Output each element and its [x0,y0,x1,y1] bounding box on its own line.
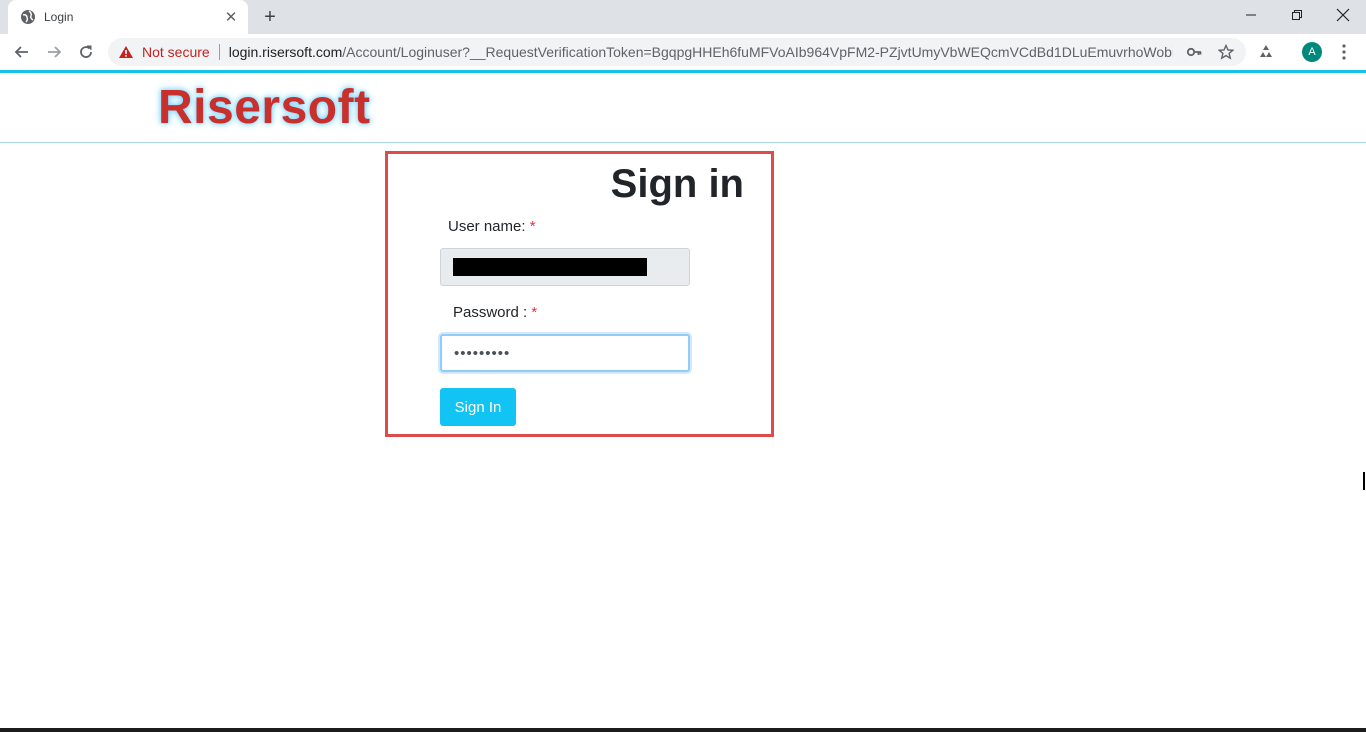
tab-close-icon[interactable]: ✕ [222,8,240,26]
password-label-text: Password : [453,304,528,321]
url-host: login.risersoft.com [228,44,343,60]
url-path: /Account/Loginuser?__RequestVerification… [342,44,1173,60]
site-header: Risersoft [0,73,1366,143]
not-secure-label[interactable]: Not secure [142,44,210,60]
browser-toolbar: Not secure login.risersoft.com/Account/L… [0,34,1366,70]
sign-in-button[interactable]: Sign In [440,388,516,426]
recycle-extension-icon[interactable] [1256,42,1276,62]
address-separator [218,44,220,60]
restore-icon[interactable] [1274,0,1320,30]
site-logo[interactable]: Risersoft [158,80,371,135]
profile-avatar[interactable]: A [1302,42,1322,62]
text-cursor [1363,472,1365,490]
key-icon[interactable] [1184,42,1204,62]
forward-arrow-icon[interactable] [42,40,66,64]
warning-triangle-icon[interactable] [118,45,134,59]
globe-icon [20,9,36,25]
reload-icon[interactable] [74,40,98,64]
taskbar-edge [0,728,1366,732]
star-bookmark-icon[interactable] [1216,42,1236,62]
address-bar[interactable]: Not secure login.risersoft.com/Account/L… [108,38,1246,66]
minimize-icon[interactable] [1228,0,1274,30]
username-label-text: User name: [448,218,526,235]
signin-panel: Sign in User name: * Password : * ••••••… [385,151,774,437]
password-input[interactable]: ••••••••• [440,334,690,372]
signin-heading: Sign in [610,162,744,206]
password-label: Password : * [453,304,537,321]
username-input[interactable] [440,248,690,286]
new-tab-button[interactable]: + [258,5,282,29]
required-marker: * [529,218,536,235]
username-label: User name: * [448,218,536,235]
back-arrow-icon[interactable] [10,40,34,64]
tab-strip: Login ✕ + [0,0,1366,34]
close-icon[interactable] [1320,0,1366,30]
more-menu-icon[interactable] [1334,42,1354,62]
redacted-username [453,258,647,276]
url-text[interactable]: login.risersoft.com/Account/Loginuser?__… [229,44,1173,60]
browser-tab[interactable]: Login ✕ [8,0,248,34]
required-marker: * [531,304,538,321]
tab-title: Login [44,10,74,24]
